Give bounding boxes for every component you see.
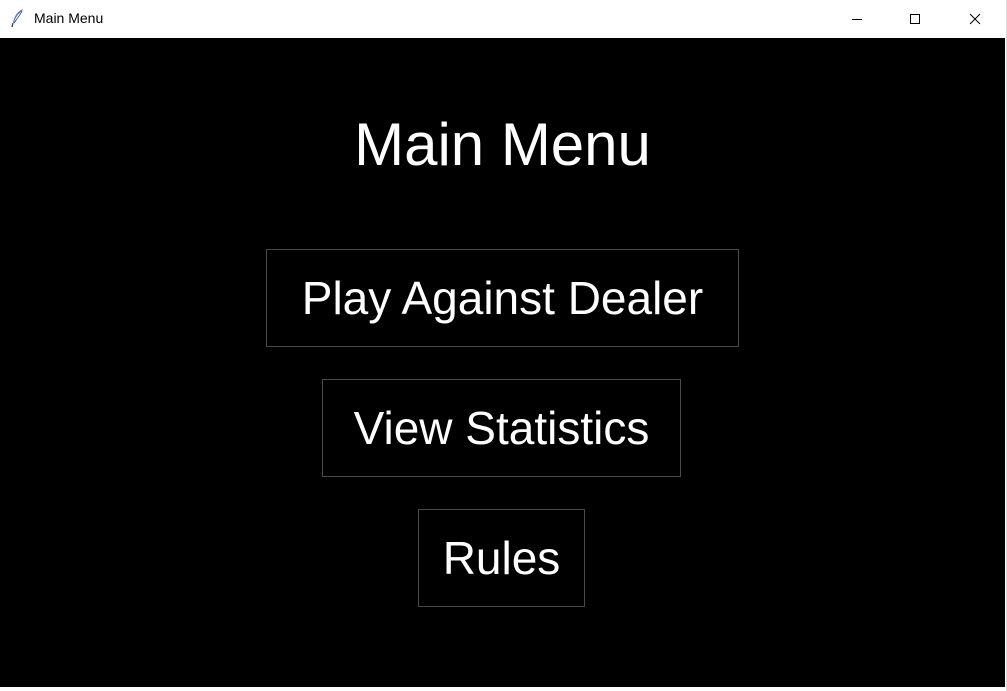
window-bottom-edge	[0, 687, 1006, 691]
window-title: Main Menu	[34, 10, 104, 26]
minimize-icon	[852, 18, 862, 20]
feather-icon	[11, 9, 23, 28]
view-statistics-button[interactable]: View Statistics	[322, 379, 681, 477]
app-window: Main Menu Main Menu Play Against Dealer …	[0, 0, 1007, 691]
close-button[interactable]	[952, 0, 998, 37]
window-titlebar[interactable]: Main Menu	[0, 0, 1006, 37]
close-icon	[969, 13, 981, 24]
minimize-button[interactable]	[834, 0, 880, 37]
maximize-button[interactable]	[892, 0, 938, 37]
page-title: Main Menu	[354, 111, 651, 178]
rules-button[interactable]: Rules	[418, 509, 585, 607]
maximize-icon	[910, 13, 920, 24]
main-menu-panel: Main Menu Play Against Dealer View Stati…	[0, 38, 1005, 687]
play-against-dealer-button[interactable]: Play Against Dealer	[266, 249, 739, 347]
